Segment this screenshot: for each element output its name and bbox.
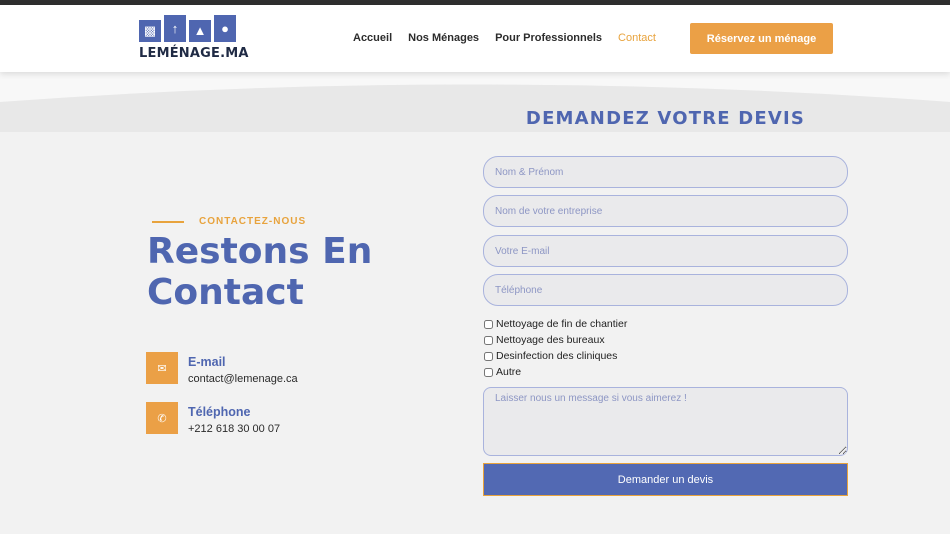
service-checkbox-cliniques[interactable]	[484, 351, 493, 361]
site-header: ▩ ↑ ▲ ● LEMÉNAGE.MA Accueil Nos Ménages …	[0, 5, 950, 72]
title-line-2: Contact	[147, 272, 304, 313]
service-label: Desinfection des cliniques	[496, 350, 618, 362]
email-value[interactable]: contact@lemenage.ca	[188, 373, 298, 385]
bucket-icon: ▩	[139, 20, 161, 42]
service-checkbox-fin-chantier[interactable]	[484, 319, 493, 329]
form-title: DEMANDEZ VOTRE DEVIS	[525, 108, 806, 129]
message-textarea[interactable]	[483, 387, 848, 456]
phone-input[interactable]	[483, 274, 848, 306]
contact-eyebrow: CONTACTEZ-NOUS	[199, 216, 307, 227]
nav-accueil[interactable]: Accueil	[353, 32, 392, 44]
service-label: Nettoyage de fin de chantier	[496, 318, 628, 330]
eyebrow-divider	[152, 221, 184, 223]
submit-quote-button[interactable]: Demander un devis	[483, 463, 848, 496]
phone-icon: ✆	[146, 402, 178, 434]
phone-label: Téléphone	[188, 405, 251, 419]
phone-value[interactable]: +212 618 30 00 07	[188, 423, 280, 435]
service-option[interactable]: Nettoyage des bureaux	[483, 332, 627, 348]
nav-nos-menages[interactable]: Nos Ménages	[408, 32, 479, 44]
brand-logo[interactable]: ▩ ↑ ▲ ● LEMÉNAGE.MA	[139, 15, 249, 65]
email-input[interactable]	[483, 235, 848, 267]
name-input[interactable]	[483, 156, 848, 188]
services-checklist: Nettoyage de fin de chantier Nettoyage d…	[483, 316, 627, 380]
envelope-icon: ✉	[146, 352, 178, 384]
company-input[interactable]	[483, 195, 848, 227]
service-label: Autre	[496, 366, 522, 378]
contact-title: Restons En Contact	[147, 231, 447, 313]
reserve-button[interactable]: Réservez un ménage	[690, 23, 833, 54]
service-label: Nettoyage des bureaux	[496, 334, 605, 346]
nav-contact[interactable]: Contact	[618, 32, 656, 44]
title-line-1: Restons En	[147, 231, 373, 272]
spray-icon: ▲	[189, 20, 211, 42]
main-nav: Accueil Nos Ménages Pour Professionnels …	[353, 32, 656, 44]
logo-icons: ▩ ↑ ▲ ●	[139, 15, 239, 42]
service-option[interactable]: Autre	[483, 364, 627, 380]
service-checkbox-autre[interactable]	[484, 367, 493, 377]
nav-pour-professionnels[interactable]: Pour Professionnels	[495, 32, 602, 44]
brand-name: LEMÉNAGE.MA	[139, 46, 249, 61]
service-option[interactable]: Nettoyage de fin de chantier	[483, 316, 627, 332]
broom-icon: ↑	[164, 15, 186, 42]
service-option[interactable]: Desinfection des cliniques	[483, 348, 627, 364]
cleaner-icon: ●	[214, 15, 236, 42]
email-label: E-mail	[188, 355, 226, 369]
service-checkbox-bureaux[interactable]	[484, 335, 493, 345]
